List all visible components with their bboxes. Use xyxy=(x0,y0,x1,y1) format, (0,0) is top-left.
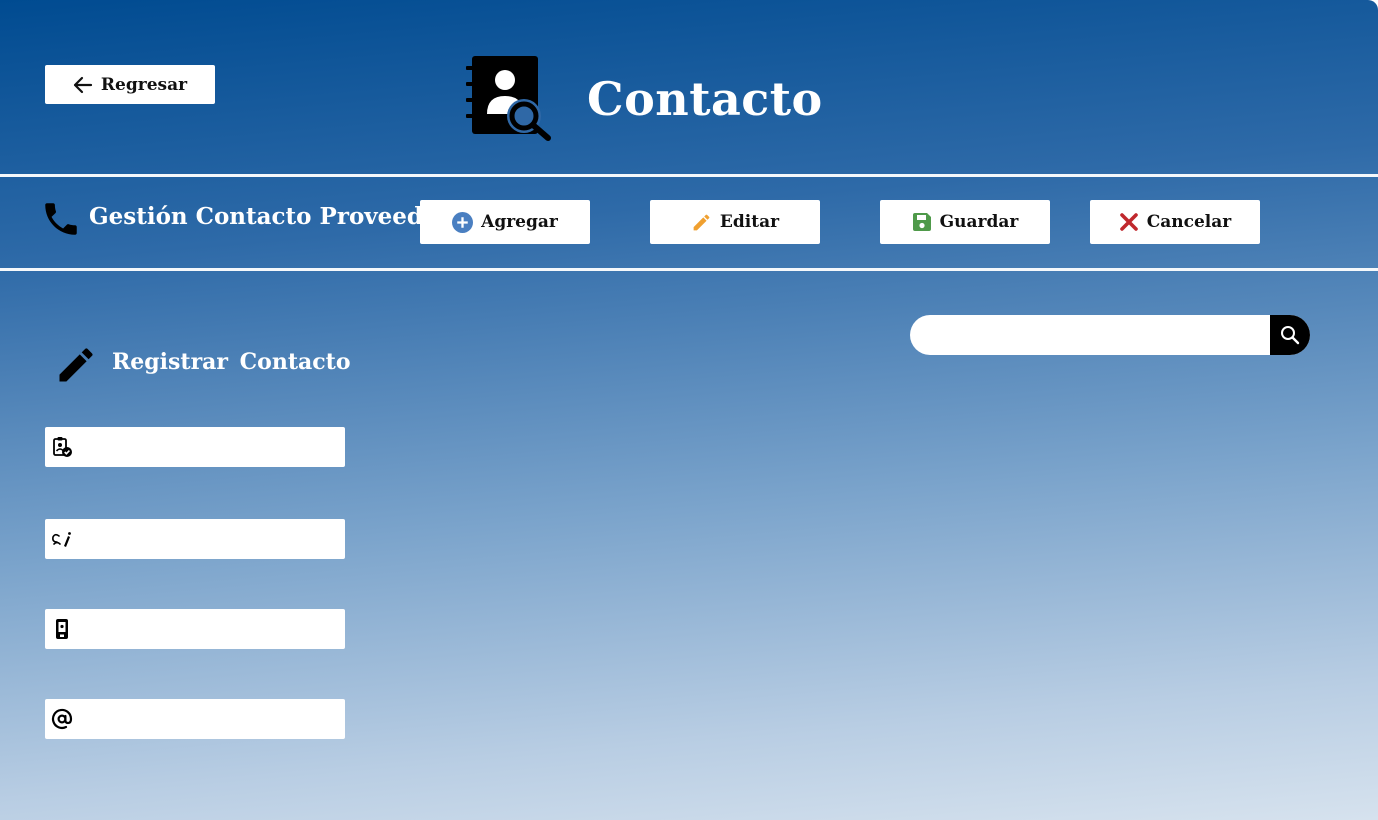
phone-input[interactable] xyxy=(73,609,345,649)
plus-circle-icon xyxy=(452,211,474,233)
contact-page: Regresar Contacto Gestión Contacto Prove… xyxy=(0,0,1378,820)
save-button-label: Guardar xyxy=(939,212,1019,232)
close-icon xyxy=(1119,212,1139,232)
email-field xyxy=(45,699,345,739)
edit-button[interactable]: Editar xyxy=(650,200,820,244)
search-button[interactable] xyxy=(1270,315,1310,355)
page-title: Contacto xyxy=(587,72,823,126)
signature-icon xyxy=(51,528,73,550)
name-input[interactable] xyxy=(73,519,345,559)
divider-bottom xyxy=(0,268,1378,271)
section-title: Gestión Contacto Proveedor xyxy=(89,203,451,230)
back-button[interactable]: Regresar xyxy=(45,65,215,104)
divider-top xyxy=(0,174,1378,177)
id-check-icon xyxy=(51,436,73,458)
add-button[interactable]: Agregar xyxy=(420,200,590,244)
save-button[interactable]: Guardar xyxy=(880,200,1050,244)
search-icon xyxy=(1280,325,1300,345)
id-field xyxy=(45,427,345,467)
pencil-icon xyxy=(691,212,712,233)
cancel-button-label: Cancelar xyxy=(1146,212,1232,232)
form-title: Registrar Contacto xyxy=(112,349,351,375)
email-input[interactable] xyxy=(73,699,345,739)
mobile-phone-icon xyxy=(51,618,73,640)
cancel-button[interactable]: Cancelar xyxy=(1090,200,1260,244)
id-input[interactable] xyxy=(73,427,345,467)
add-button-label: Agregar xyxy=(481,212,558,232)
phone-icon xyxy=(40,198,82,240)
name-field xyxy=(45,519,345,559)
pencil-icon xyxy=(54,343,98,387)
phone-field xyxy=(45,609,345,649)
search-bar xyxy=(910,315,1310,355)
at-sign-icon xyxy=(51,708,73,730)
edit-button-label: Editar xyxy=(719,212,780,232)
arrow-left-icon xyxy=(73,76,93,94)
contact-book-search-icon xyxy=(462,52,554,144)
floppy-disk-icon xyxy=(912,212,932,232)
search-input[interactable] xyxy=(910,315,1270,355)
back-button-label: Regresar xyxy=(100,74,188,95)
